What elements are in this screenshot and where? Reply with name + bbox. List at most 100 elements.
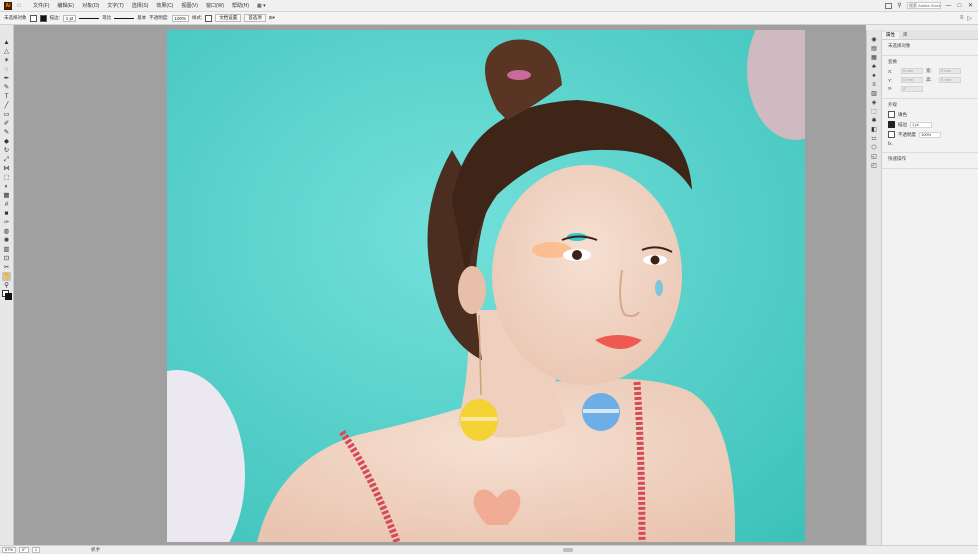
dock-panel-icon[interactable]: ◰ (870, 162, 879, 170)
column-graph-tool-icon[interactable]: ▥ (2, 245, 11, 254)
y-field[interactable]: 0 mm (901, 77, 923, 83)
style-swatch[interactable] (205, 14, 213, 22)
dock-panel-icon[interactable]: ▦ (870, 54, 879, 62)
opacity-label: 不透明度: (149, 15, 169, 20)
perspective-grid-tool-icon[interactable]: ▦ (2, 191, 11, 200)
rectangle-tool-icon[interactable]: ▭ (2, 110, 11, 119)
tab-libraries[interactable]: 库 (899, 32, 912, 39)
selection-tool-icon[interactable]: ▲ (2, 38, 11, 47)
curvature-tool-icon[interactable]: ✎ (2, 83, 11, 92)
slice-tool-icon[interactable]: ✂ (2, 263, 11, 272)
stroke-profile-preview[interactable] (79, 17, 100, 19)
document-setup-button[interactable]: 文档设置 (215, 14, 242, 22)
tab-properties[interactable]: 属性 (882, 32, 899, 39)
artboard-tool-icon[interactable]: ⊡ (2, 254, 11, 263)
dock-panel-icon[interactable]: ⚏ (870, 135, 879, 143)
menu-file[interactable]: 文件(F) (33, 2, 49, 9)
dock-panel-icon[interactable]: ✱ (870, 117, 879, 125)
rotation-field[interactable]: 0° (19, 547, 29, 553)
dock-panel-icon[interactable]: ◉ (870, 36, 879, 44)
pen-tool-icon[interactable]: ✒ (2, 74, 11, 83)
zoom-tool-icon[interactable]: ⚲ (2, 281, 11, 290)
direct-selection-tool-icon[interactable]: △ (2, 47, 11, 56)
brush-label[interactable]: 基本 (137, 15, 146, 21)
menu-object[interactable]: 对象(O) (82, 2, 99, 9)
type-tool-icon[interactable]: T (2, 92, 11, 101)
free-transform-tool-icon[interactable]: ⬚ (2, 173, 11, 182)
magic-wand-tool-icon[interactable]: ✶ (2, 56, 11, 65)
artboard-nav-field[interactable]: 1 (31, 547, 41, 553)
paintbrush-tool-icon[interactable]: ✐ (2, 119, 11, 128)
dock-panel-icon[interactable]: ⬚ (870, 108, 879, 116)
menu-select[interactable]: 选择(S) (132, 2, 149, 9)
shape-builder-tool-icon[interactable]: ◐ (2, 182, 11, 191)
dock-panel-icon[interactable]: ◧ (870, 126, 879, 134)
panel-menu-icon[interactable]: ≡ (960, 15, 964, 22)
stroke-weight-field[interactable]: 1 pt (62, 14, 77, 22)
stroke-indicator[interactable] (4, 293, 12, 300)
opacity-icon (888, 131, 895, 138)
search-icon[interactable]: ⚲ (896, 2, 903, 9)
scale-tool-icon[interactable]: ⤢ (2, 155, 11, 164)
expand-icon[interactable]: ▷ (967, 15, 972, 22)
app-logo: Ai (4, 1, 12, 10)
stroke-swatch-panel[interactable] (888, 121, 895, 128)
height-field[interactable]: 0 mm (939, 77, 961, 83)
close-button[interactable]: ✕ (967, 2, 974, 9)
shaper-tool-icon[interactable]: ✎ (2, 128, 11, 137)
fx-button[interactable]: fx. (888, 141, 893, 146)
eraser-tool-icon[interactable]: ◆ (2, 137, 11, 146)
hand-tool-icon[interactable]: ✋ (2, 272, 11, 281)
fill-stroke-widget[interactable] (1, 290, 12, 301)
menu-window[interactable]: 窗口(W) (206, 2, 224, 9)
appearance-title: 外观 (888, 102, 897, 107)
width-tool-icon[interactable]: ⋈ (2, 164, 11, 173)
menu-type[interactable]: 文字(T) (107, 2, 123, 9)
dock-panel-icon[interactable]: ▥ (870, 90, 879, 98)
horizontal-scrollbar[interactable] (563, 548, 573, 552)
minimize-button[interactable]: — (945, 3, 952, 9)
dock-panel-icon[interactable]: ◈ (870, 99, 879, 107)
artboard[interactable] (167, 30, 805, 542)
dock-panel-icon[interactable]: ≡ (870, 81, 879, 89)
line-tool-icon[interactable]: ╱ (2, 101, 11, 110)
x-field[interactable]: 0 mm (901, 68, 923, 74)
menu-help[interactable]: 帮助(H) (232, 2, 249, 9)
selection-status: 未选择对象 (4, 15, 27, 20)
dock-panel-icon[interactable]: ▤ (870, 45, 879, 53)
brush-preview[interactable] (114, 17, 135, 19)
dock-panel-icon[interactable]: ♣ (870, 63, 879, 71)
stroke-weight-panel-field[interactable]: 1 pt (910, 121, 932, 128)
workspace-switcher[interactable]: ▦ ▾ (257, 3, 266, 9)
menu-view[interactable]: 视图(V) (181, 2, 198, 9)
opacity-panel-field[interactable]: 100% (919, 131, 941, 138)
maximize-button[interactable]: □ (956, 3, 963, 9)
symbol-sprayer-tool-icon[interactable]: ✺ (2, 236, 11, 245)
current-tool-status: 抓手 (91, 547, 101, 552)
home-icon[interactable]: ⌂ (15, 2, 23, 10)
zoom-field[interactable]: 67% (2, 547, 17, 553)
rotate-tool-icon[interactable]: ↻ (2, 146, 11, 155)
angle-field[interactable]: 0° (901, 86, 923, 92)
menubar-right: ⚲ 搜索 Adobe Stock — □ ✕ (885, 2, 974, 9)
lasso-tool-icon[interactable]: ◌ (2, 65, 11, 74)
opacity-field[interactable]: 100% (171, 14, 190, 22)
menu-edit[interactable]: 编辑(E) (57, 2, 74, 9)
blend-tool-icon[interactable]: ◍ (2, 227, 11, 236)
gradient-tool-icon[interactable]: ■ (2, 209, 11, 218)
fill-swatch-panel[interactable] (888, 111, 895, 118)
menu-effect[interactable]: 效果(C) (156, 2, 173, 9)
width-field[interactable]: 0 mm (939, 68, 961, 74)
fill-swatch[interactable] (29, 14, 37, 22)
dock-panel-icon[interactable]: ◱ (870, 153, 879, 161)
arrange-icon[interactable]: ⊞▾ (269, 15, 275, 21)
stock-search-input[interactable]: 搜索 Adobe Stock (907, 2, 941, 9)
profile-label[interactable]: 等比 (102, 15, 111, 21)
eyedropper-tool-icon[interactable]: ✑ (2, 218, 11, 227)
dock-panel-icon[interactable]: ⬡ (870, 144, 879, 152)
mesh-tool-icon[interactable]: # (2, 200, 11, 209)
dock-panel-icon[interactable]: ♠ (870, 72, 879, 80)
stroke-swatch[interactable] (39, 14, 47, 22)
arrange-docs-icon[interactable] (885, 2, 892, 9)
preferences-button[interactable]: 首选项 (244, 14, 266, 22)
